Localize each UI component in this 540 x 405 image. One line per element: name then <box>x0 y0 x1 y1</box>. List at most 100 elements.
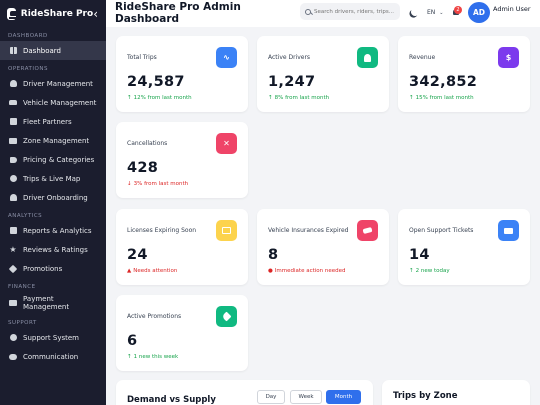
stat-label: Total Trips <box>127 54 157 61</box>
stat-trend: ▲ Needs attention <box>127 268 177 274</box>
promo-icon <box>8 264 18 273</box>
stat-trend: ↓ 3% from last month <box>127 181 188 187</box>
stat-value: 14 <box>409 247 430 263</box>
sidebar-item-reviews-ratings[interactable]: ★ Reviews & Ratings <box>0 240 106 259</box>
fleet-icon <box>9 118 17 126</box>
panel-title: Trips by Zone <box>393 391 458 401</box>
sidebar-item-fleet-partners[interactable]: Fleet Partners <box>0 112 106 131</box>
route-icon <box>9 175 17 183</box>
alert-circle-icon: ● <box>268 268 273 274</box>
sidebar-item-label: Reports & Analytics <box>23 226 92 235</box>
id-card-icon <box>216 220 237 241</box>
panel-title: Demand vs Supply <box>127 395 216 405</box>
sidebar-item-label: Pricing & Categories <box>23 155 95 164</box>
stat-trend-text: Immediate action needed <box>274 268 346 274</box>
page-title: RideShare Pro Admin Dashboard <box>115 1 241 25</box>
driver-icon <box>9 80 17 88</box>
sidebar-item-label: Driver Management <box>23 79 93 88</box>
stat-value: 24 <box>127 247 148 263</box>
section-operations: OPERATIONS <box>8 66 48 72</box>
support-icon <box>9 334 17 342</box>
arrow-up-icon: ↑ <box>268 95 273 101</box>
arrow-down-icon: ↓ <box>127 181 132 187</box>
brand-name: RideShare Pro <box>20 8 94 19</box>
user-name[interactable]: Admin User <box>493 5 533 13</box>
arrow-up-icon: ↑ <box>127 95 132 101</box>
stat-value: 6 <box>127 333 138 349</box>
tag-icon <box>216 306 237 327</box>
sidebar-item-label: Payment Management <box>23 295 70 311</box>
sidebar-item-vehicle-management[interactable]: Vehicle Management <box>0 93 106 112</box>
search-input[interactable] <box>314 8 394 15</box>
arrow-up-icon: ↑ <box>409 268 414 274</box>
language-select[interactable]: EN ⌄ <box>427 9 443 16</box>
sidebar-item-reports-analytics[interactable]: Reports & Analytics <box>0 221 106 240</box>
search-box[interactable] <box>300 3 400 20</box>
notification-badge: 2 <box>454 6 462 14</box>
stat-label: Revenue <box>409 54 436 61</box>
stat-label: Open Support Tickets <box>409 227 474 234</box>
car-logo-icon <box>7 7 20 20</box>
stat-value: 8 <box>268 247 279 263</box>
arrow-up-icon: ↑ <box>409 95 414 101</box>
sidebar-item-label: Dashboard <box>23 46 61 55</box>
star-icon: ★ <box>9 245 17 254</box>
stat-card-cancellations: Cancellations 428 ↓ 3% from last month ✕ <box>116 122 248 198</box>
stat-label: Licenses Expiring Soon <box>127 227 197 234</box>
stat-trend-text: 1 new this week <box>133 354 179 360</box>
sidebar-item-label: Promotions <box>23 264 63 273</box>
stat-card-active-promotions: Active Promotions 6 ↑ 1 new this week <box>116 295 248 371</box>
car-icon <box>9 99 17 107</box>
stat-trend-text: 15% from last month <box>415 95 474 101</box>
stat-label: Vehicle Insurances Expired <box>268 227 349 234</box>
stat-trend-text: 2 new today <box>415 268 450 274</box>
arrow-up-icon: ↑ <box>127 354 132 360</box>
stat-card-licenses-expiring: Licenses Expiring Soon 24 ▲ Needs attenti… <box>116 209 248 285</box>
sidebar-item-pricing-categories[interactable]: Pricing & Categories <box>0 150 106 169</box>
range-month-button[interactable]: Month <box>326 390 361 404</box>
user-plus-icon <box>9 194 17 202</box>
search-icon <box>305 8 311 15</box>
top-bar: RideShare Pro Admin Dashboard EN⌄ 2 AD A… <box>106 0 540 27</box>
route-icon: ∿ <box>216 47 237 68</box>
moon-icon[interactable] <box>410 7 420 17</box>
sidebar-item-support-system[interactable]: Support System <box>0 328 106 347</box>
sidebar-item-payment-management[interactable]: Payment Management <box>0 292 106 314</box>
stat-trend: ↑ 1 new this week <box>127 354 178 360</box>
stat-card-active-drivers: Active Drivers 1,247 ↑ 8% from last month <box>257 36 389 112</box>
stat-value: 342,852 <box>409 74 478 90</box>
sidebar-item-label: Trips & Live Map <box>23 174 81 183</box>
avatar[interactable]: AD <box>468 2 490 23</box>
stat-trend-text: Needs attention <box>133 268 178 274</box>
map-icon <box>9 137 17 145</box>
sidebar-item-label: Zone Management <box>23 136 90 145</box>
driver-icon <box>357 47 378 68</box>
sidebar-item-trips-live-map[interactable]: Trips & Live Map <box>0 169 106 188</box>
chat-icon <box>9 353 17 361</box>
collapse-sidebar-icon[interactable]: ‹ <box>93 8 98 20</box>
sidebar-item-dashboard[interactable]: Dashboard <box>0 41 106 60</box>
sidebar-item-driver-management[interactable]: Driver Management <box>0 74 106 93</box>
trips-by-zone-panel: Trips by Zone <box>382 380 530 405</box>
sidebar-item-promotions[interactable]: Promotions <box>0 259 106 278</box>
stat-trend: ↑ 2 new today <box>409 268 450 274</box>
close-icon: ✕ <box>216 133 237 154</box>
sidebar-item-zone-management[interactable]: Zone Management <box>0 131 106 150</box>
stat-label: Active Promotions <box>127 313 182 320</box>
stat-trend-text: 3% from last month <box>133 181 189 187</box>
chart-icon <box>9 227 17 235</box>
sidebar-item-label: Fleet Partners <box>23 117 72 126</box>
stat-trend-text: 8% from last month <box>274 95 330 101</box>
stat-card-total-trips: Total Trips 24,587 ↑ 12% from last month … <box>116 36 248 112</box>
sidebar-item-driver-onboarding[interactable]: Driver Onboarding <box>0 188 106 207</box>
range-week-button[interactable]: Week <box>290 390 322 404</box>
dollar-icon: $ <box>498 47 519 68</box>
demand-vs-supply-panel: Demand vs Supply Day Week Month <box>116 380 373 405</box>
stat-label: Cancellations <box>127 140 168 147</box>
range-day-button[interactable]: Day <box>257 390 285 404</box>
sidebar-item-communication[interactable]: Communication <box>0 347 106 366</box>
section-dashboard: DASHBOARD <box>8 33 48 39</box>
stat-trend-text: 12% from last month <box>133 95 192 101</box>
car-crash-icon <box>357 220 378 241</box>
dashboard-icon <box>9 47 17 55</box>
